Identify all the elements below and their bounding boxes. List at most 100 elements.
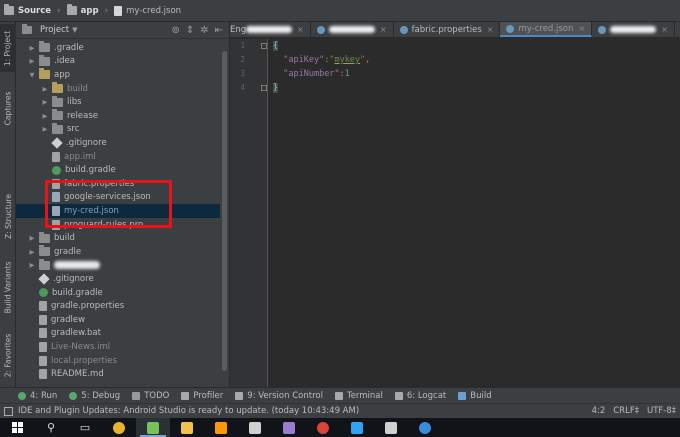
chevron-right-icon[interactable]: ▶ [28,234,36,242]
close-icon[interactable]: × [297,25,304,34]
chevron-right-icon[interactable]: ▶ [28,261,36,269]
sync-icon[interactable]: ⊚ [171,25,179,36]
file-icon [52,151,60,162]
tree-folder[interactable]: ▶ [16,258,220,273]
project-scrollbar[interactable] [220,39,229,387]
chevron-right-icon[interactable]: ▶ [28,44,36,52]
code-line[interactable]: "apiKey":"mykey", [273,55,370,65]
taskbar-calculator[interactable] [374,418,408,437]
tree-folder[interactable]: ▶ gradle [16,245,220,259]
tree-folder[interactable]: ▶ release [16,109,220,123]
tree-folder[interactable]: ▶ .idea [16,54,220,69]
chevron-right-icon[interactable]: ▶ [41,125,49,133]
hide-panel-icon[interactable]: ⇤ [215,25,223,36]
code-line[interactable]: "apiNumber":1 [273,69,350,79]
tree-file[interactable]: ▶proguard-rules.pro [16,218,220,232]
taskbar-app[interactable] [272,418,306,437]
breadcrumb-label: Source [18,5,52,16]
tree-file[interactable]: ▶gradle.properties [16,299,220,313]
chevron-right-icon[interactable]: ▶ [41,112,49,120]
editor-tab[interactable]: my-cred.json × [500,22,593,37]
status-window-icon[interactable] [4,406,13,416]
file-encoding[interactable]: UTF-8‡ [647,406,676,416]
code-token: "apiNumber" [283,69,340,79]
tree-folder[interactable]: ▼ app [16,68,220,82]
close-icon[interactable]: × [578,24,585,33]
folder-icon [39,54,50,66]
status-message[interactable]: IDE and Plugin Updates: Android Studio i… [18,406,359,416]
tool-tab-build-variants[interactable]: Build Variants [0,254,16,320]
breadcrumb-app[interactable]: app [63,4,103,16]
chevron-right-icon[interactable]: ▶ [41,98,49,106]
tree-file[interactable]: ▶fabric.properties [16,177,220,191]
taskbar-android-studio[interactable] [136,418,170,437]
taskbar-task-view[interactable]: ▭ [68,418,102,437]
tree-file[interactable]: ▶README.md [16,367,220,381]
breadcrumb-source[interactable]: Source [0,4,55,16]
tool-tab-project[interactable]: 1: Project [0,24,16,72]
tree-file[interactable]: ▶.gitignore [16,272,220,286]
fold-toggle-icon[interactable] [261,85,267,91]
taskbar-chrome-notify[interactable] [306,418,340,437]
tree-file[interactable]: ▶gradlew.bat [16,327,220,341]
tree-folder[interactable]: ▶ .gradle [16,41,220,55]
tool-window-run[interactable]: 4: Run [18,391,57,401]
code-line[interactable]: { [273,41,279,51]
editor-tab[interactable]: fabric.properties × [394,22,501,37]
tree-folder[interactable]: ▶ libs [16,95,220,109]
code-line[interactable]: } [273,83,279,93]
tree-file[interactable]: ▶google-services.json [16,191,220,205]
tool-tab-structure[interactable]: Z: Structure [0,187,16,245]
chevron-right-icon[interactable]: ▶ [41,85,49,93]
taskbar-start[interactable] [0,418,34,437]
tool-tab-favorites[interactable]: 2: Favorites [0,327,16,383]
close-icon[interactable]: × [487,25,494,34]
caret-position[interactable]: 4:2 [592,406,606,416]
tool-window-terminal[interactable]: Terminal [334,391,383,401]
collapse-all-icon[interactable]: ⇕ [186,25,194,36]
code-editor[interactable]: { "apiKey":"mykey", "apiNumber":1} [269,39,680,387]
tree-file[interactable]: ▶local.properties [16,354,220,368]
tool-window-version-control[interactable]: 9: Version Control [235,391,323,401]
scrollbar-thumb[interactable] [222,51,227,371]
tree-file[interactable]: ▶app.iml [16,150,220,164]
close-icon[interactable]: × [380,25,387,34]
taskbar-chrome[interactable] [102,418,136,437]
line-separator[interactable]: CRLF‡ [613,406,639,416]
chevron-right-icon[interactable]: ▶ [28,57,36,65]
editor-tab[interactable]: × [311,22,394,37]
close-icon[interactable]: × [661,25,668,34]
tree-folder[interactable]: ▶ build [16,82,220,96]
chevron-right-icon[interactable]: ▶ [28,248,36,256]
tree-file[interactable]: ▶my-cred.json [16,204,220,218]
tree-file[interactable]: ▶.gitignore [16,136,220,150]
tree-folder[interactable]: ▶ src [16,122,220,137]
tool-window-debug[interactable]: 5: Debug [69,391,120,401]
tree-folder[interactable]: ▶ build [16,231,220,245]
tool-window-profiler[interactable]: Profiler [181,391,223,401]
tree-file[interactable]: ▶build.gradle [16,286,220,300]
taskbar-file-explorer[interactable] [170,418,204,437]
editor-tab[interactable]: × [592,22,675,37]
taskbar-photoshop[interactable] [340,418,374,437]
tree-file[interactable]: ▶Live-News.iml [16,340,220,354]
file-icon [39,369,47,380]
taskbar-sublime[interactable] [204,418,238,437]
breadcrumb-file[interactable]: my-cred.json [110,5,185,16]
chevron-down-icon[interactable]: ▼ [72,26,77,34]
tool-tab-captures[interactable]: Captures [0,84,16,132]
chevron-down-icon[interactable]: ▼ [28,71,36,79]
editor-tab[interactable]: Eng × [230,22,311,37]
tool-window-logcat[interactable]: 6: Logcat [394,391,446,401]
project-panel-title[interactable]: Project [40,25,69,35]
tree-file[interactable]: ▶build.gradle [16,163,220,177]
tool-window-build[interactable]: Build [458,391,492,401]
settings-gear-icon[interactable]: ✲ [200,25,208,36]
taskbar-search[interactable]: ⚲ [34,418,68,437]
fold-toggle-icon[interactable] [261,43,267,49]
taskbar-edge[interactable] [408,418,442,437]
file-type-icon [399,25,408,34]
taskbar-store[interactable] [238,418,272,437]
tree-file[interactable]: ▶gradlew [16,313,220,327]
tool-window-todo[interactable]: TODO [132,391,169,401]
